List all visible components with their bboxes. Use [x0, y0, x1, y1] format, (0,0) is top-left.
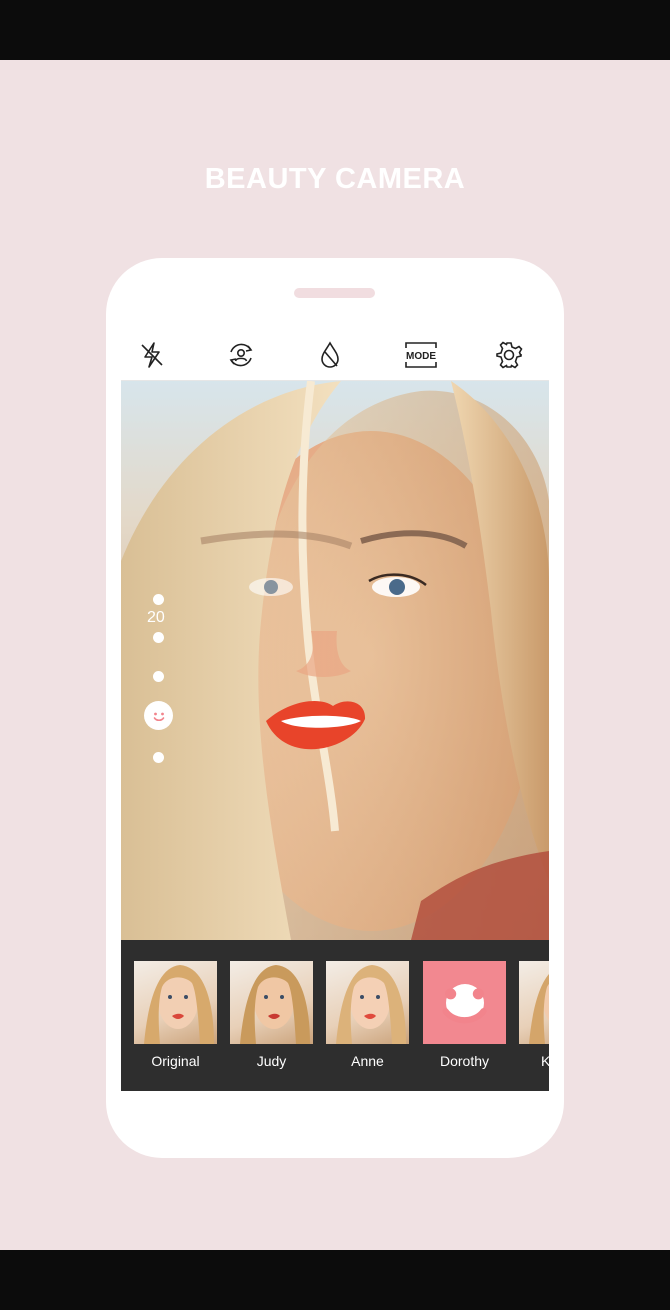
camera-toolbar: MODE [121, 328, 549, 381]
filter-thumbnail [134, 961, 217, 1044]
camera-viewfinder[interactable]: 20 100 [121, 381, 549, 940]
filter-dorothy[interactable]: Dorothy [423, 961, 506, 1069]
drop-icon[interactable] [314, 339, 346, 371]
filter-thumbnail [326, 961, 409, 1044]
promo-headline: BEAUTY CAMERA [204, 163, 466, 195]
bottom-black-bar [0, 1250, 670, 1310]
filter-label: Judy [256, 1053, 287, 1069]
smiley-icon [153, 712, 164, 721]
beauty-level-selected[interactable] [144, 701, 173, 730]
phone-speaker [294, 288, 375, 298]
svg-text:MODE: MODE [406, 351, 436, 362]
filter-strip: Original Judy Anne Dorothy K [121, 940, 549, 1091]
filter-k[interactable]: K [519, 961, 549, 1069]
filter-judy[interactable]: Judy [230, 961, 313, 1069]
beauty-level-step[interactable] [153, 671, 164, 682]
beauty-level-value: 20 [147, 609, 165, 626]
filter-original[interactable]: Original [134, 961, 217, 1069]
gear-icon[interactable] [493, 339, 525, 371]
filter-label: K [541, 1053, 549, 1069]
flash-off-icon[interactable] [136, 339, 168, 371]
filter-thumbnail [230, 961, 313, 1044]
beauty-level-step[interactable] [153, 632, 164, 643]
filter-anne[interactable]: Anne [326, 961, 409, 1069]
camera-screen: MODE 20 Original Judy Anne Dorothy K [121, 328, 549, 1091]
switch-camera-icon[interactable] [225, 339, 257, 371]
beauty-level-step[interactable] [153, 752, 164, 763]
filter-label: Dorothy [439, 1053, 490, 1069]
smiley-icon [442, 983, 487, 1024]
filter-thumbnail-selected [423, 961, 506, 1044]
selfie-photo [121, 381, 549, 940]
top-black-bar [0, 0, 670, 60]
filter-thumbnail [519, 961, 549, 1044]
filter-label: Anne [351, 1053, 384, 1069]
mode-icon[interactable]: MODE [403, 339, 439, 371]
filter-label: Original [151, 1053, 200, 1069]
beauty-level-step[interactable] [153, 594, 164, 605]
